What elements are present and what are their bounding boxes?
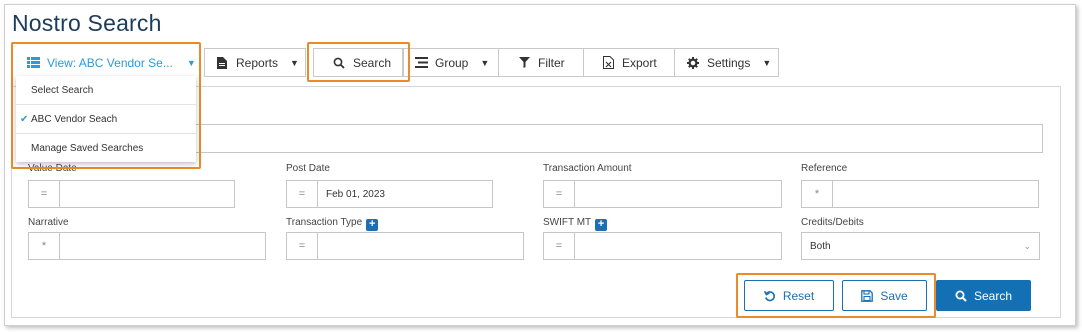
- settings-label: Settings: [707, 55, 751, 70]
- caret-down-icon: ▼: [186, 57, 196, 68]
- search-submit-button[interactable]: Search: [936, 280, 1031, 311]
- reference-operator[interactable]: *: [802, 181, 833, 207]
- reset-button[interactable]: Reset: [744, 280, 834, 311]
- narrative-operator[interactable]: *: [29, 233, 60, 259]
- reports-label: Reports: [236, 55, 279, 70]
- view-dropdown-menu: Select Search ✔ ABC Vendor Seach Manage …: [16, 76, 196, 162]
- chevron-down-icon: ⌄: [1023, 241, 1031, 251]
- swift-mt-label-wrap: SWIFT MT +: [543, 217, 608, 231]
- transaction-type-operator[interactable]: =: [287, 233, 318, 259]
- group-list-icon: [414, 56, 428, 70]
- search-icon: [332, 56, 346, 70]
- menu-item-label: Select Search: [31, 84, 94, 96]
- reports-button[interactable]: Reports ▼: [204, 48, 306, 77]
- menu-item-label: ABC Vendor Seach: [31, 113, 118, 125]
- value-date-field[interactable]: =: [28, 180, 235, 208]
- transaction-type-label: Transaction Type: [286, 217, 363, 228]
- transaction-amount-field[interactable]: =: [543, 180, 782, 208]
- caret-down-icon: ▼: [290, 57, 299, 68]
- transaction-amount-label: Transaction Amount: [543, 163, 632, 174]
- group-button[interactable]: Group ▼: [403, 48, 499, 77]
- save-label: Save: [880, 288, 908, 303]
- view-dropdown-button[interactable]: View: ABC Vendor Se... ▼: [16, 48, 196, 77]
- reference-field[interactable]: *: [801, 180, 1039, 208]
- filter-icon: [517, 56, 531, 70]
- view-label: View: ABC Vendor Se...: [47, 55, 173, 70]
- narrative-field[interactable]: *: [28, 232, 266, 260]
- reset-label: Reset: [782, 288, 815, 303]
- search-toolbar-button[interactable]: Search: [313, 48, 403, 77]
- post-date-label: Post Date: [286, 163, 330, 174]
- settings-button[interactable]: Settings ▼: [674, 48, 779, 77]
- checkmark-icon: ✔: [20, 113, 29, 125]
- transaction-type-field[interactable]: =: [286, 232, 524, 260]
- page-title: Nostro Search: [12, 10, 162, 36]
- menu-item-label: Manage Saved Searches: [31, 143, 144, 154]
- save-button[interactable]: Save: [842, 280, 927, 311]
- search-icon: [955, 290, 967, 302]
- search-toolbar-label: Search: [353, 55, 392, 70]
- caret-down-icon: ▼: [762, 57, 772, 68]
- list-icon: [26, 56, 40, 70]
- group-label: Group: [435, 55, 469, 70]
- reference-label: Reference: [801, 163, 848, 174]
- document-icon: [215, 56, 229, 70]
- reset-icon: [763, 290, 776, 302]
- search-submit-label: Search: [973, 288, 1013, 303]
- swift-mt-field[interactable]: =: [543, 232, 782, 260]
- credits-debits-value: Both: [810, 240, 831, 252]
- filter-button[interactable]: Filter: [498, 48, 584, 77]
- export-button[interactable]: Export: [583, 48, 675, 77]
- menu-item-abc-vendor-search[interactable]: ✔ ABC Vendor Seach: [16, 105, 196, 134]
- credits-debits-select[interactable]: Both ⌄: [801, 232, 1040, 260]
- value-date-operator[interactable]: =: [29, 181, 60, 207]
- value-date-label: Value Date: [28, 163, 77, 174]
- save-icon: [861, 289, 874, 302]
- credits-debits-label: Credits/Debits: [801, 217, 864, 228]
- transaction-amount-operator[interactable]: =: [544, 181, 575, 207]
- filter-label: Filter: [538, 55, 565, 70]
- swift-mt-label: SWIFT MT: [543, 217, 592, 228]
- post-date-field[interactable]: = Feb 01, 2023: [286, 180, 493, 208]
- export-label: Export: [622, 55, 657, 70]
- add-swift-mt-icon[interactable]: +: [595, 218, 608, 231]
- transaction-type-label-wrap: Transaction Type +: [286, 217, 379, 231]
- gear-icon: [686, 56, 700, 70]
- add-transaction-type-icon[interactable]: +: [366, 218, 379, 231]
- menu-item-manage-saved-searches[interactable]: Manage Saved Searches: [16, 134, 196, 163]
- post-date-value[interactable]: Feb 01, 2023: [318, 189, 385, 200]
- post-date-operator[interactable]: =: [287, 181, 318, 207]
- export-file-icon: [601, 56, 615, 70]
- narrative-label: Narrative: [28, 217, 69, 228]
- caret-down-icon: ▼: [480, 57, 490, 68]
- swift-mt-operator[interactable]: =: [544, 233, 575, 259]
- menu-item-select-search[interactable]: Select Search: [16, 76, 196, 105]
